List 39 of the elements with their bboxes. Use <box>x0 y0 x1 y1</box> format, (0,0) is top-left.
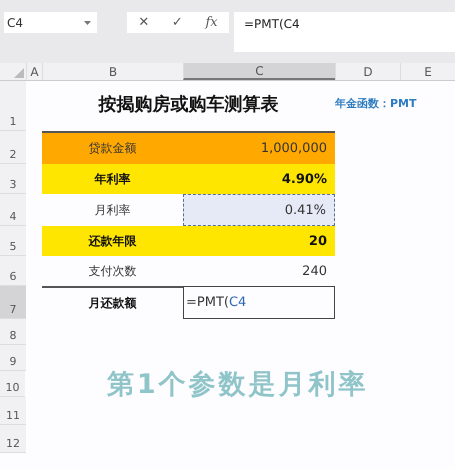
row-header[interactable]: 1 <box>0 81 26 131</box>
row-header[interactable]: 7 <box>0 286 26 319</box>
table-cell-text: 支付次数 <box>88 262 138 280</box>
formula-field[interactable]: =PMT(C4 <box>234 12 455 52</box>
cancel-button[interactable]: ✕ <box>138 15 150 30</box>
row-header[interactable]: 11 <box>0 397 26 425</box>
row-header[interactable]: 3 <box>0 164 26 194</box>
cell-reference: C4 <box>228 295 246 310</box>
table-cell: 20 <box>183 226 335 256</box>
row-header[interactable]: 6 <box>0 256 26 286</box>
column-header[interactable]: A <box>26 63 42 80</box>
table-cell: 1,000,000 <box>183 131 335 164</box>
row-header[interactable]: 5 <box>0 226 26 256</box>
caption-text: 第1个参数是月利率 <box>106 368 369 402</box>
row-header[interactable]: 9 <box>0 345 26 371</box>
table-cell-text: 240 <box>301 262 328 280</box>
dropdown-icon[interactable] <box>84 20 91 24</box>
table-cell: 4.90% <box>183 164 335 194</box>
table-cell: 0.41% <box>183 194 335 226</box>
table-cell: 月还款额 <box>42 286 183 319</box>
row-header[interactable]: 4 <box>0 194 26 226</box>
enter-button[interactable]: ✓ <box>172 15 183 30</box>
side-note: 年金函数：PMT <box>335 96 417 110</box>
sheet-title: 按揭购房或购车测算表 <box>98 93 278 116</box>
table-cell: 贷款金额 <box>42 131 183 164</box>
row-header[interactable]: 10 <box>0 371 26 397</box>
name-box[interactable]: C4 <box>4 12 97 33</box>
table-cell: 还款年限 <box>42 226 183 256</box>
table-cell: 年利率 <box>42 164 183 194</box>
column-header[interactable]: E <box>400 63 455 80</box>
row-header[interactable]: 2 <box>0 131 26 164</box>
row-header[interactable]: 8 <box>0 319 26 345</box>
insert-function-button[interactable]: fx <box>205 15 218 30</box>
formula-text: =PMT( <box>186 295 229 310</box>
column-header[interactable]: D <box>335 63 400 80</box>
row-header[interactable]: 12 <box>0 425 26 453</box>
table-cell-text: 月利率 <box>94 202 132 218</box>
formula-cell[interactable]: =PMT(C4 <box>183 286 335 319</box>
column-header[interactable]: C <box>183 63 335 80</box>
